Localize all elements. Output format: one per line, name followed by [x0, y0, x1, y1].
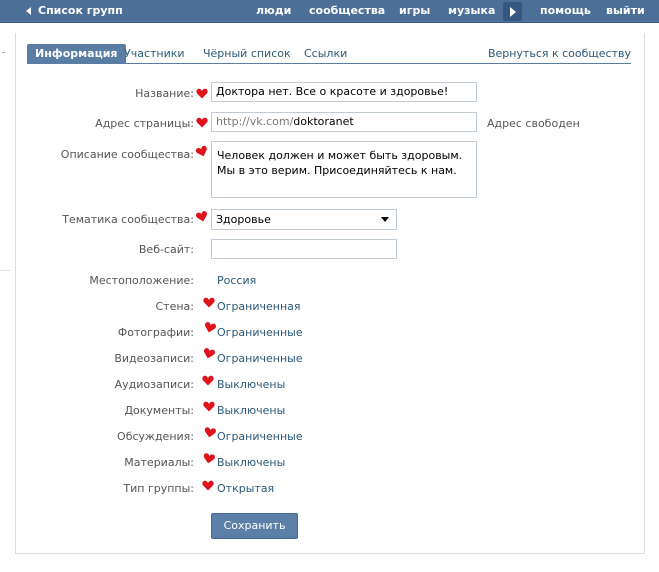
documents-value[interactable]: Выключены: [217, 404, 285, 417]
heart-icon: [196, 88, 208, 99]
heart-icon: [196, 117, 208, 128]
topic-select[interactable]: Здоровье: [211, 209, 397, 230]
nav-link-communities[interactable]: сообщества: [309, 4, 385, 17]
discussions-label: Обсуждения:: [117, 430, 194, 443]
music-play-button[interactable]: [503, 2, 522, 21]
nav-link-help[interactable]: помощь: [540, 4, 591, 17]
save-button[interactable]: Сохранить: [211, 513, 298, 539]
settings-tabs: Информация Участники Чёрный список Ссылк…: [27, 44, 631, 64]
videos-label: Видеозаписи:: [114, 352, 194, 365]
nav-link-games[interactable]: игры: [399, 4, 430, 17]
group-type-label: Тип группы:: [123, 482, 194, 495]
play-icon: [510, 7, 516, 17]
audio-value[interactable]: Выключены: [217, 378, 285, 391]
photos-label: Фотографии:: [117, 326, 194, 339]
materials-label: Материалы:: [124, 456, 194, 469]
address-input[interactable]: http://vk.com/doktoranet: [211, 112, 477, 132]
back-to-community-link[interactable]: Вернуться к сообществу: [488, 44, 631, 64]
address-label: Адрес страницы:: [95, 117, 194, 130]
location-value[interactable]: Россия: [217, 274, 256, 287]
tab-information[interactable]: Информация: [27, 44, 126, 64]
back-to-group-list-link[interactable]: Список групп: [38, 4, 123, 17]
tab-members[interactable]: Участники: [124, 44, 185, 64]
wall-label: Стена:: [155, 300, 195, 313]
topic-label: Тематика сообщества:: [62, 213, 194, 226]
website-label: Веб-сайт:: [138, 243, 194, 256]
description-textarea[interactable]: Человек должен и может быть здоровым. Мы…: [211, 141, 477, 198]
tab-links[interactable]: Ссылки: [304, 44, 347, 64]
address-value: doktoranet: [293, 115, 354, 128]
audio-label: Аудиозаписи:: [114, 378, 194, 391]
heart-icon: [203, 297, 215, 308]
heart-icon: [203, 453, 215, 464]
description-label: Описание сообщества:: [60, 148, 194, 161]
discussions-value[interactable]: Ограниченные: [217, 430, 303, 443]
address-status: Адрес свободен: [487, 117, 580, 130]
photos-value[interactable]: Ограниченные: [217, 326, 303, 339]
left-column-fragment: [2, 52, 5, 53]
back-arrow-icon[interactable]: [26, 7, 31, 15]
topic-select-value: Здоровье: [216, 213, 271, 226]
nav-link-logout[interactable]: выйти: [606, 4, 645, 17]
name-label: Название:: [135, 87, 194, 100]
materials-value[interactable]: Выключены: [217, 456, 285, 469]
dropdown-arrow-icon: [381, 217, 389, 222]
group-type-value[interactable]: Открытая: [217, 482, 274, 495]
nav-link-people[interactable]: люди: [256, 4, 291, 17]
videos-value[interactable]: Ограниченные: [217, 352, 303, 365]
tab-blacklist[interactable]: Чёрный список: [203, 44, 291, 64]
heart-icon: [204, 427, 216, 438]
website-input[interactable]: [211, 239, 397, 259]
heart-icon: [202, 375, 214, 386]
wall-value[interactable]: Ограниченная: [217, 300, 301, 313]
address-prefix: http://vk.com/: [216, 115, 294, 128]
documents-label: Документы:: [124, 404, 194, 417]
heart-icon: [202, 480, 214, 491]
left-column-divider: [0, 270, 10, 271]
top-navigation-bar: Список групп люди сообщества игры музыка…: [0, 0, 659, 23]
location-label: Местоположение:: [89, 274, 194, 287]
nav-link-music[interactable]: музыка: [448, 4, 495, 17]
name-input[interactable]: Доктора нет. Все о красоте и здоровье!: [211, 82, 477, 102]
heart-icon: [203, 401, 215, 412]
